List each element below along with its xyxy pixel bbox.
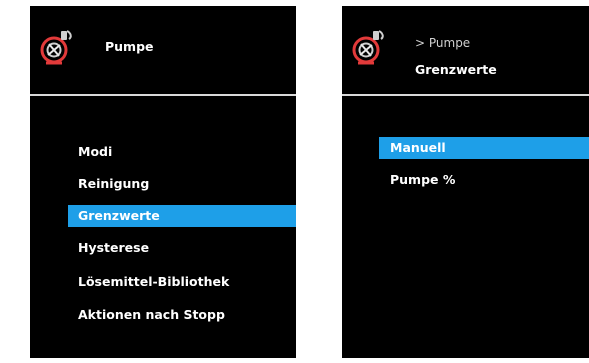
menu-item-grenzwerte[interactable]: Grenzwerte xyxy=(68,205,296,227)
pump-icon xyxy=(352,30,384,65)
screen-title: Pumpe xyxy=(105,39,154,54)
header-divider xyxy=(30,94,296,96)
menu-item-loesemittel-bibliothek[interactable]: Lösemittel-Bibliothek xyxy=(78,271,229,293)
menu-item-modi[interactable]: Modi xyxy=(78,141,112,163)
menu-item-reinigung[interactable]: Reinigung xyxy=(78,173,149,195)
breadcrumb[interactable]: > Pumpe xyxy=(415,36,470,50)
screen-header: Pumpe xyxy=(30,6,296,94)
pump-menu-screen: Pumpe Modi Reinigung Grenzwerte Hysteres… xyxy=(30,6,296,358)
menu-item-pumpe-percent[interactable]: Pumpe % xyxy=(390,169,455,191)
menu-item-hysterese[interactable]: Hysterese xyxy=(78,237,149,259)
screen-title: Grenzwerte xyxy=(415,62,497,77)
screen-header: > Pumpe Grenzwerte xyxy=(342,6,589,94)
pump-icon xyxy=(40,30,72,65)
header-divider xyxy=(342,94,589,96)
menu-item-manuell[interactable]: Manuell xyxy=(379,137,589,159)
limits-menu-screen: > Pumpe Grenzwerte Manuell Pumpe % xyxy=(342,6,589,358)
menu-item-aktionen-nach-stopp[interactable]: Aktionen nach Stopp xyxy=(78,304,225,326)
